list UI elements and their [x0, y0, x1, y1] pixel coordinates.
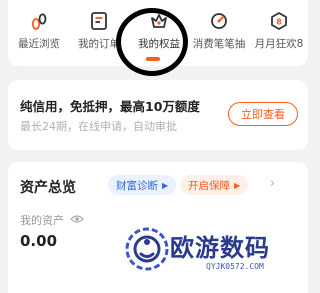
- nav-item-carnival[interactable]: 8 月月狂欢8: [248, 8, 310, 51]
- loan-title: 纯信用，免抵押，最高10万额度: [20, 99, 200, 114]
- watermark-text: 欧游数码: [170, 234, 270, 262]
- caret-right-icon: ▶: [162, 180, 169, 190]
- watermark: 欧游数码 QYJK0572.COM: [122, 222, 300, 288]
- watermark-url: QYJK0572.COM: [206, 262, 264, 271]
- nav-label: 月月狂欢8: [254, 38, 304, 50]
- annotation-circle: [116, 8, 188, 76]
- carnival-icon: 8: [248, 8, 310, 34]
- eye-icon[interactable]: [64, 214, 84, 227]
- caret-right-icon: ▶: [234, 180, 241, 190]
- watermark-logo-icon: [125, 227, 169, 271]
- enable-protection-button[interactable]: 开启保障 ▶: [180, 175, 249, 195]
- my-asset-label: 我的资产: [20, 212, 84, 228]
- nav-item-recent[interactable]: 最近浏览: [8, 8, 70, 51]
- lottery-icon: [188, 8, 250, 34]
- svg-text:8: 8: [276, 18, 282, 27]
- wealth-diagnosis-label: 财富诊断: [116, 179, 158, 192]
- enable-protection-label: 开启保障: [188, 179, 230, 192]
- asset-value: 0.00: [20, 232, 58, 250]
- nav-label: 消费笔笔抽: [192, 38, 246, 50]
- wealth-diagnosis-button[interactable]: 财富诊断 ▶: [108, 175, 177, 195]
- nav-item-lottery[interactable]: 消费笔笔抽: [188, 8, 250, 51]
- my-asset-text: 我的资产: [20, 214, 64, 227]
- loan-subtitle: 最长24期，在线申请，自动审批: [20, 120, 177, 133]
- chevron-right-icon[interactable]: ›: [270, 176, 275, 191]
- asset-overview-title: 资产总览: [20, 180, 76, 196]
- nav-label: 最近浏览: [18, 38, 60, 50]
- view-now-button[interactable]: 立即查看: [228, 102, 298, 126]
- loan-promo-card[interactable]: 纯信用，免抵押，最高10万额度 最长24期，在线申请，自动审批 立即查看: [8, 80, 308, 150]
- footprint-icon: [8, 8, 70, 34]
